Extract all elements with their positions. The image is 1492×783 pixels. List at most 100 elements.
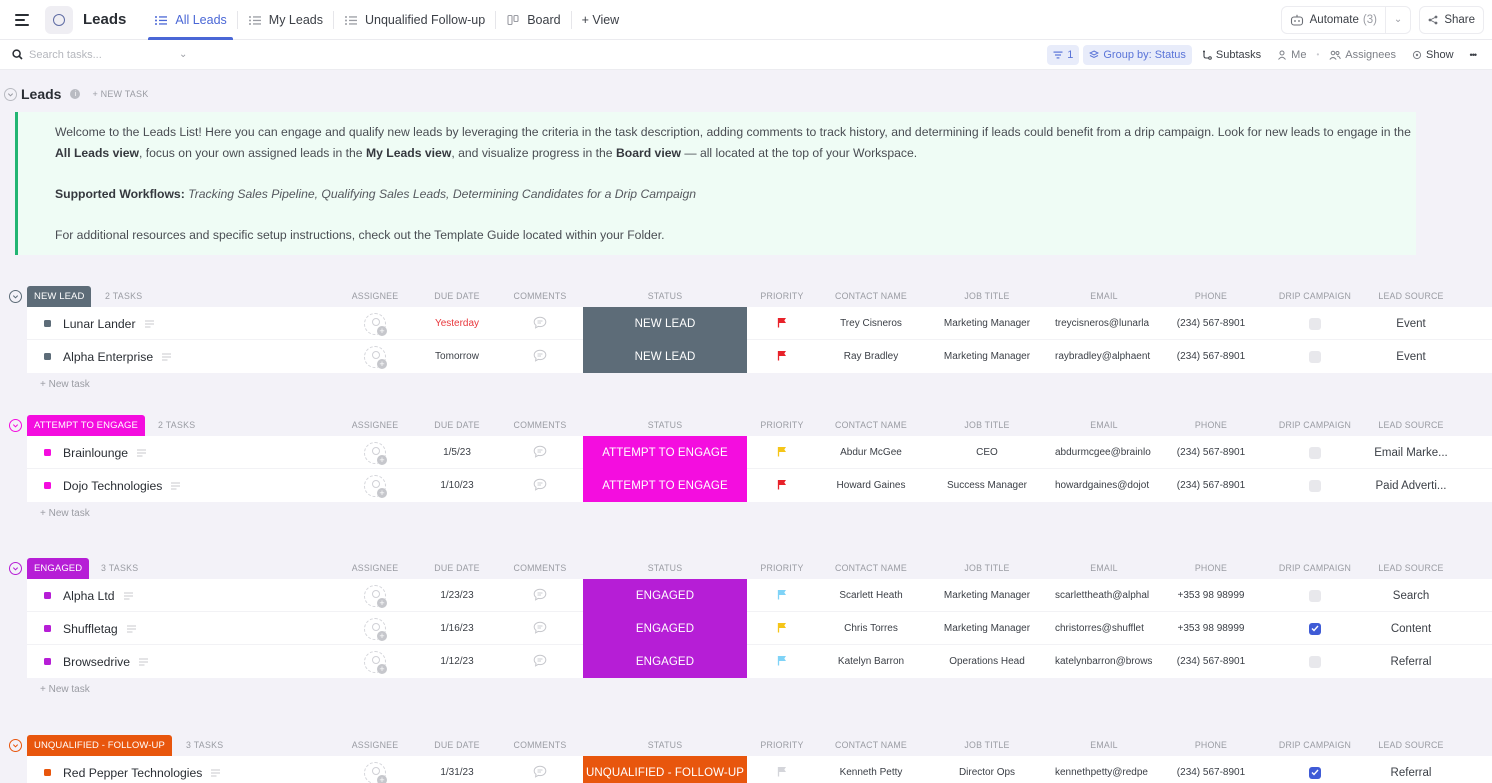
tab-board[interactable]: Board (496, 0, 570, 40)
status-cell[interactable]: ENGAGED (583, 579, 747, 612)
task-row[interactable]: Alpha Ltd 1/23/23 ENGAGED Scarlett Heath… (27, 579, 1492, 612)
priority-flag-icon[interactable] (777, 446, 787, 460)
priority-flag-icon[interactable] (777, 350, 787, 364)
drip-campaign-checkbox[interactable] (1309, 589, 1321, 602)
column-header-comments[interactable]: COMMENTS (505, 740, 575, 750)
assignee-cell[interactable] (355, 756, 395, 783)
column-header-priority[interactable]: PRIORITY (752, 420, 812, 430)
collapse-group-button[interactable] (9, 739, 22, 752)
task-name-cell[interactable]: Dojo Technologies (63, 469, 181, 502)
me-filter-button[interactable]: Me (1271, 45, 1312, 65)
job-title-cell[interactable]: Success Manager (932, 469, 1042, 502)
status-square-icon[interactable] (44, 320, 51, 327)
email-cell[interactable]: christorres@shufflet (1055, 612, 1153, 645)
automate-button[interactable]: Automate (3) ⌄ (1280, 5, 1412, 34)
status-cell[interactable]: ATTEMPT TO ENGAGE (583, 436, 747, 469)
comments-cell[interactable] (520, 612, 560, 645)
chevron-down-icon[interactable]: ⌄ (1384, 5, 1402, 34)
drip-campaign-cell[interactable] (1295, 579, 1335, 612)
drip-campaign-cell[interactable] (1295, 340, 1335, 373)
column-header-job-title[interactable]: JOB TITLE (947, 291, 1027, 301)
column-header-status[interactable]: STATUS (625, 420, 705, 430)
comments-cell[interactable] (520, 436, 560, 469)
drip-campaign-checkbox[interactable] (1309, 317, 1321, 330)
status-cell[interactable]: UNQUALIFIED - FOLLOW-UP (583, 756, 747, 783)
priority-cell[interactable] (762, 436, 802, 469)
filter-button[interactable]: 1 (1047, 44, 1080, 65)
drip-campaign-checkbox[interactable] (1309, 479, 1321, 492)
column-header-drip-campaign[interactable]: DRIP CAMPAIGN (1270, 291, 1360, 301)
job-title-cell[interactable]: Director Ops (932, 756, 1042, 783)
assignee-cell[interactable] (355, 436, 395, 469)
column-header-comments[interactable]: COMMENTS (505, 420, 575, 430)
status-square-icon[interactable] (44, 449, 51, 456)
email-cell[interactable]: raybradley@alphaent (1055, 340, 1153, 373)
due-date-cell[interactable]: 1/10/23 (417, 469, 497, 502)
task-name[interactable]: Brainlounge (63, 446, 128, 460)
lead-source-cell[interactable]: Referral (1366, 645, 1456, 678)
status-square-icon[interactable] (44, 658, 51, 665)
drip-campaign-checkbox[interactable] (1309, 446, 1321, 459)
add-assignee-icon[interactable] (364, 584, 387, 608)
column-header-job-title[interactable]: JOB TITLE (947, 740, 1027, 750)
job-title-cell[interactable]: CEO (932, 436, 1042, 469)
contact-name-cell[interactable]: Katelyn Barron (816, 645, 926, 678)
email-cell[interactable]: katelynbarron@brows (1055, 645, 1153, 678)
status-square-icon[interactable] (44, 592, 51, 599)
assignee-cell[interactable] (355, 307, 395, 340)
task-name-cell[interactable]: Alpha Enterprise (63, 340, 172, 373)
status-cell[interactable]: ATTEMPT TO ENGAGE (583, 469, 747, 502)
due-date-cell[interactable]: Tomorrow (417, 340, 497, 373)
due-date-cell[interactable]: Yesterday (417, 307, 497, 340)
priority-cell[interactable] (762, 612, 802, 645)
sidebar-toggle-button[interactable] (4, 2, 40, 38)
priority-flag-icon[interactable] (777, 589, 787, 603)
column-header-email[interactable]: EMAIL (1074, 740, 1134, 750)
column-header-job-title[interactable]: JOB TITLE (947, 420, 1027, 430)
comments-cell[interactable] (520, 340, 560, 373)
phone-cell[interactable]: (234) 567-8901 (1161, 645, 1261, 678)
column-header-comments[interactable]: COMMENTS (505, 291, 575, 301)
assignee-cell[interactable] (355, 645, 395, 678)
contact-name-cell[interactable]: Chris Torres (816, 612, 926, 645)
lead-source-cell[interactable]: Event (1366, 340, 1456, 373)
due-date-cell[interactable]: 1/12/23 (417, 645, 497, 678)
column-header-phone[interactable]: PHONE (1181, 740, 1241, 750)
drip-campaign-cell[interactable] (1295, 436, 1335, 469)
phone-cell[interactable]: (234) 567-8901 (1161, 436, 1261, 469)
column-header-email[interactable]: EMAIL (1074, 420, 1134, 430)
group-by-button[interactable]: Group by: Status (1083, 44, 1192, 65)
tab-all-leads[interactable]: All Leads (144, 0, 236, 40)
job-title-cell[interactable]: Marketing Manager (932, 579, 1042, 612)
search-options-chevron-icon[interactable]: ⌄ (179, 49, 187, 60)
task-name[interactable]: Browsedrive (63, 655, 130, 669)
column-header-lead-source[interactable]: LEAD SOURCE (1371, 420, 1451, 430)
add-assignee-icon[interactable] (364, 650, 387, 674)
status-square-icon[interactable] (44, 353, 51, 360)
column-header-due-date[interactable]: DUE DATE (422, 420, 492, 430)
contact-name-cell[interactable]: Scarlett Heath (816, 579, 926, 612)
comments-cell[interactable] (520, 756, 560, 783)
add-task-button[interactable]: + New task (0, 678, 1492, 700)
collapse-group-button[interactable] (9, 562, 22, 575)
comments-cell[interactable] (520, 469, 560, 502)
comment-icon[interactable] (533, 654, 547, 670)
email-cell[interactable]: howardgaines@dojot (1055, 469, 1153, 502)
column-header-lead-source[interactable]: LEAD SOURCE (1371, 563, 1451, 573)
add-task-button[interactable]: + New task (0, 373, 1492, 395)
task-row[interactable]: Red Pepper Technologies 1/31/23 UNQUALIF… (27, 756, 1492, 783)
column-header-email[interactable]: EMAIL (1074, 563, 1134, 573)
priority-flag-icon[interactable] (777, 479, 787, 493)
priority-cell[interactable] (762, 756, 802, 783)
status-cell[interactable]: NEW LEAD (583, 307, 747, 340)
status-square-icon[interactable] (44, 482, 51, 489)
email-cell[interactable]: abdurmcgee@brainlo (1055, 436, 1153, 469)
assignee-cell[interactable] (355, 469, 395, 502)
column-header-priority[interactable]: PRIORITY (752, 291, 812, 301)
collapse-group-button[interactable] (9, 419, 22, 432)
comment-icon[interactable] (533, 316, 547, 332)
subtasks-button[interactable]: Subtasks (1196, 45, 1267, 65)
contact-name-cell[interactable]: Trey Cisneros (816, 307, 926, 340)
contact-name-cell[interactable]: Kenneth Petty (816, 756, 926, 783)
priority-cell[interactable] (762, 307, 802, 340)
